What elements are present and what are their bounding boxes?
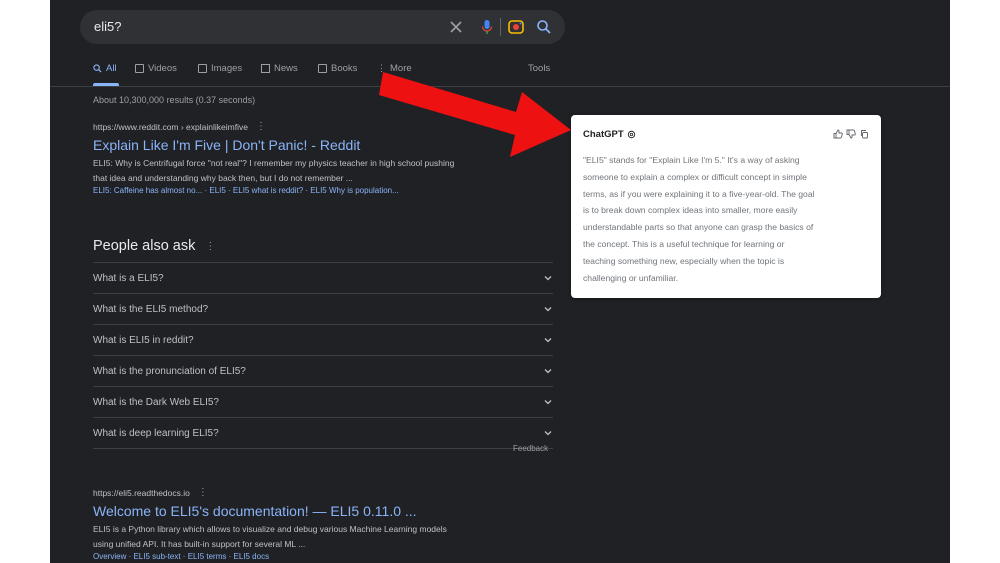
- chevron-down-icon: [544, 400, 552, 405]
- chatgpt-card-header: ChatGPT: [583, 129, 636, 140]
- paa-question[interactable]: What is the ELI5 method?: [93, 293, 553, 324]
- book-icon: [318, 64, 327, 73]
- result-sitelinks[interactable]: ELI5: Caffeine has almost no... · ELI5 ·…: [93, 186, 563, 195]
- tab-videos[interactable]: Videos: [135, 63, 177, 74]
- tab-images[interactable]: Images: [198, 63, 242, 74]
- paa-question[interactable]: What is the Dark Web ELI5?: [93, 386, 553, 417]
- news-icon: [261, 64, 270, 73]
- microphone-icon[interactable]: [476, 16, 498, 38]
- result-title-link[interactable]: Welcome to ELI5's documentation! — ELI5 …: [93, 503, 563, 519]
- tab-books[interactable]: Books: [318, 63, 357, 74]
- chevron-down-icon: [544, 431, 552, 436]
- clear-icon[interactable]: [445, 16, 467, 38]
- tab-more[interactable]: ⋮ More: [377, 63, 412, 74]
- search-results-page: eli5? All Videos Images News Books ⋮ Mor…: [50, 0, 950, 563]
- result-url[interactable]: https://www.reddit.com › explainlikeimfi…: [93, 121, 563, 132]
- result-stats: About 10,300,000 results (0.37 seconds): [93, 95, 256, 105]
- search-result: https://www.reddit.com › explainlikeimfi…: [93, 121, 563, 195]
- search-input[interactable]: eli5?: [94, 19, 121, 34]
- result-snippet: ELI5 is a Python library which allows to…: [93, 524, 447, 549]
- search-icon[interactable]: [533, 16, 555, 38]
- result-snippet: ELI5: Why is Centrifugal force "not real…: [93, 158, 455, 183]
- thumbs-down-icon[interactable]: [846, 129, 856, 139]
- kebab-menu-icon[interactable]: ⋮: [205, 241, 215, 252]
- lens-icon[interactable]: [505, 16, 527, 38]
- tab-news[interactable]: News: [261, 63, 298, 74]
- chevron-down-icon: [544, 307, 552, 312]
- image-icon: [198, 64, 207, 73]
- chevron-down-icon: [544, 369, 552, 374]
- search-box[interactable]: eli5?: [80, 10, 565, 44]
- kebab-menu-icon[interactable]: ⋮: [256, 121, 266, 132]
- people-also-ask: What is a ELI5? What is the ELI5 method?…: [93, 262, 553, 449]
- paa-question[interactable]: What is ELI5 in reddit?: [93, 324, 553, 355]
- chatgpt-answer-text: "ELI5" stands for "Explain Like I'm 5." …: [583, 155, 815, 283]
- chevron-down-icon: [544, 338, 552, 343]
- paa-question[interactable]: What is the pronunciation of ELI5?: [93, 355, 553, 386]
- tools-button[interactable]: Tools: [528, 63, 550, 74]
- more-icon: ⋮: [377, 63, 386, 73]
- openai-logo-icon: [627, 130, 635, 139]
- result-title-link[interactable]: Explain Like I'm Five | Don't Panic! - R…: [93, 137, 563, 153]
- thumbs-up-icon[interactable]: [833, 129, 843, 139]
- chatgpt-answer-card: ChatGPT "ELI5" stands for "Explain Like …: [571, 115, 881, 298]
- paa-question[interactable]: What is deep learning ELI5?: [93, 417, 553, 449]
- video-icon: [135, 64, 144, 73]
- search-result: https://eli5.readthedocs.io ⋮ Welcome to…: [93, 487, 563, 561]
- header-divider: [50, 86, 950, 87]
- kebab-menu-icon[interactable]: ⋮: [198, 487, 208, 498]
- paa-question[interactable]: What is a ELI5?: [93, 262, 553, 293]
- result-sitelinks[interactable]: Overview · ELI5 sub-text · ELI5 terms · …: [93, 552, 563, 561]
- tab-all[interactable]: All: [93, 63, 117, 74]
- result-url[interactable]: https://eli5.readthedocs.io ⋮: [93, 487, 563, 498]
- card-actions: [833, 129, 869, 139]
- paa-heading: People also ask ⋮: [93, 238, 216, 254]
- feedback-link[interactable]: Feedback: [513, 444, 548, 453]
- search-divider: [500, 18, 501, 36]
- search-icon: [93, 64, 102, 73]
- copy-icon[interactable]: [859, 129, 869, 139]
- chevron-down-icon: [544, 276, 552, 281]
